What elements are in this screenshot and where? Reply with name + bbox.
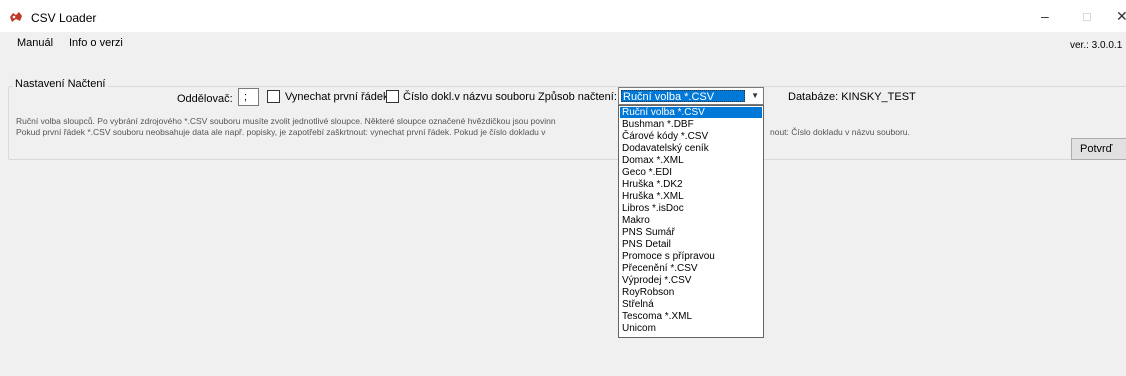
dropdown-option[interactable]: Unicom [620, 323, 762, 334]
dropdown-option[interactable]: Střelná [620, 299, 762, 310]
load-mode-selected-value[interactable]: Ruční volba *.CSV [621, 90, 745, 103]
dropdown-option[interactable]: Dodavatelský ceník [620, 143, 762, 154]
doc-number-in-filename-label[interactable]: Číslo dokl.v názvu souboru [403, 91, 535, 103]
info-text-line-1: Ruční volba sloupců. Po vybrání zdrojové… [16, 116, 556, 126]
separator-input[interactable]: ; [238, 88, 259, 106]
dropdown-option[interactable]: Bushman *.DBF [620, 119, 762, 130]
menu-version-info[interactable]: Info o verzi [69, 37, 123, 49]
load-mode-select[interactable]: Ruční volba *.CSV ▼ [618, 87, 764, 105]
confirm-button[interactable]: Potvrď [1071, 138, 1126, 160]
dropdown-option[interactable]: Promoce s přípravou [620, 251, 762, 262]
minimize-button[interactable]: – [1041, 8, 1049, 24]
dropdown-option[interactable]: Libros *.isDoc [620, 203, 762, 214]
menu-manual[interactable]: Manuál [17, 37, 53, 49]
load-mode-label: Způsob načtení: [538, 91, 617, 103]
dropdown-option[interactable]: Makro [620, 215, 762, 226]
maximize-button[interactable]: ☐ [1082, 10, 1092, 26]
dropdown-option[interactable]: Výprodej *.CSV [620, 275, 762, 286]
dropdown-option[interactable]: Hruška *.XML [620, 191, 762, 202]
separator-label: Oddělovač: [177, 93, 233, 105]
skip-first-row-checkbox[interactable] [267, 90, 280, 103]
dropdown-option[interactable]: Ruční volba *.CSV [620, 107, 762, 118]
window-title: CSV Loader [31, 11, 97, 25]
dropdown-option[interactable]: PNS Detail [620, 239, 762, 250]
load-settings-group-label: Nastavení Načtení [13, 78, 108, 90]
app-logo-icon [10, 12, 22, 22]
load-mode-dropdown-list[interactable]: Ruční volba *.CSV Bushman *.DBF Čárové kód… [618, 105, 764, 338]
chevron-down-icon[interactable]: ▼ [751, 91, 759, 100]
dropdown-option[interactable]: PNS Sumář [620, 227, 762, 238]
dropdown-option[interactable]: Hruška *.DK2 [620, 179, 762, 190]
skip-first-row-label[interactable]: Vynechat první řádek [285, 91, 389, 103]
menu-bar: Manuál Info o verzi ver.: 3.0.0.1 [0, 32, 1126, 54]
dropdown-option[interactable]: Přecenění *.CSV [620, 263, 762, 274]
doc-number-in-filename-checkbox[interactable] [386, 90, 399, 103]
dropdown-option[interactable]: Geco *.EDI [620, 167, 762, 178]
dropdown-option[interactable]: Tescoma *.XML [620, 311, 762, 322]
title-bar: CSV Loader – ☐ ✕ [0, 0, 1126, 32]
dropdown-option[interactable]: Domax *.XML [620, 155, 762, 166]
version-label: ver.: 3.0.0.1 [1070, 40, 1123, 51]
close-button[interactable]: ✕ [1116, 8, 1126, 24]
info-text-line-3: nout: Číslo dokladu v názvu souboru. [770, 127, 910, 137]
dropdown-option[interactable]: RoyRobson [620, 287, 762, 298]
database-label: Databáze: KINSKY_TEST [788, 91, 916, 103]
dropdown-option[interactable]: Čárové kódy *.CSV [620, 131, 762, 142]
info-text-line-2: Pokud první řádek *.CSV souboru neobsahu… [16, 127, 546, 137]
